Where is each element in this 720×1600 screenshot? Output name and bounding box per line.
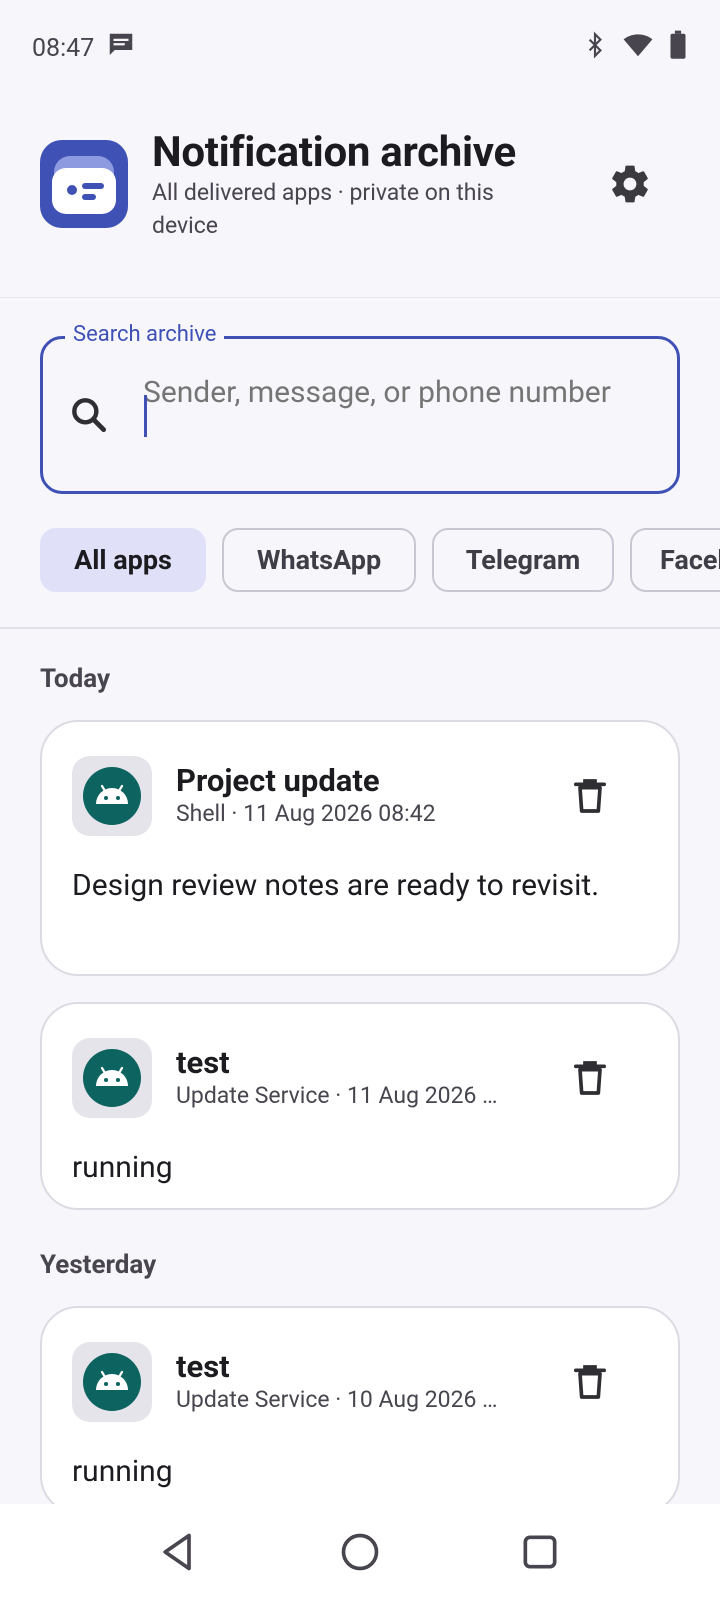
gear-icon (612, 165, 648, 203)
notification-title: test (176, 1348, 230, 1385)
chip-label: All apps (74, 544, 172, 576)
search-input[interactable] (143, 369, 643, 463)
delete-button[interactable] (566, 1054, 614, 1102)
trash-icon (574, 1365, 606, 1399)
android-icon (83, 767, 141, 825)
section-header-today: Today (40, 664, 111, 694)
android-icon (83, 1353, 141, 1411)
notification-card[interactable]: Project update Shell · 11 Aug 2026 08:42… (40, 720, 680, 976)
notification-meta: Update Service · 10 Aug 2026 … (176, 1386, 498, 1413)
chip-label: Telegram (465, 544, 581, 576)
chip-label: Facebook (660, 544, 720, 576)
recents-icon (523, 1535, 557, 1569)
notification-body: running (72, 1454, 173, 1489)
app-filter-chips: All apps WhatsApp Telegram Facebook (0, 528, 720, 592)
trash-icon (574, 1061, 606, 1095)
home-button[interactable] (334, 1526, 386, 1578)
chip-whatsapp[interactable]: WhatsApp (222, 528, 416, 592)
app-icon-tile (72, 1342, 152, 1422)
recents-button[interactable] (514, 1526, 566, 1578)
chip-telegram[interactable]: Telegram (432, 528, 614, 592)
text-cursor (144, 395, 147, 437)
status-bar: 08:47 (0, 0, 720, 96)
notification-body: Design review notes are ready to revisit… (72, 868, 600, 903)
search-label: Search archive (65, 322, 225, 347)
notification-card[interactable]: test Update Service · 10 Aug 2026 … runn… (40, 1306, 680, 1514)
delete-button[interactable] (566, 772, 614, 820)
bluetooth-icon (582, 30, 608, 67)
notification-body: running (72, 1150, 173, 1185)
settings-button[interactable] (604, 158, 656, 210)
battery-icon (668, 30, 688, 67)
trash-icon (574, 779, 606, 813)
chip-facebook[interactable]: Facebook (630, 528, 720, 592)
app-icon-tile (72, 1038, 152, 1118)
search-field[interactable]: Search archive (40, 322, 680, 494)
notification-card[interactable]: test Update Service · 11 Aug 2026 … runn… (40, 1002, 680, 1210)
back-icon (163, 1533, 191, 1571)
page-subtitle: All delivered apps · private on this dev… (152, 179, 494, 239)
app-header: Notification archive All delivered apps … (0, 96, 720, 298)
home-icon (341, 1533, 379, 1571)
filters-divider (0, 627, 720, 629)
app-icon-tile (72, 756, 152, 836)
status-right (582, 30, 688, 67)
delete-button[interactable] (566, 1358, 614, 1406)
notification-meta: Update Service · 11 Aug 2026 … (176, 1082, 498, 1109)
app-logo (40, 140, 128, 228)
wifi-icon (622, 30, 654, 67)
chip-all-apps[interactable]: All apps (40, 528, 206, 592)
section-header-yesterday: Yesterday (40, 1250, 157, 1280)
notification-title: test (176, 1044, 230, 1081)
app-screen: 08:47 Notification archive All delivered… (0, 0, 720, 1600)
system-nav-bar (0, 1504, 720, 1600)
status-left: 08:47 (32, 30, 136, 67)
search-icon (67, 393, 111, 441)
status-time: 08:47 (32, 33, 95, 63)
android-icon (83, 1049, 141, 1107)
page-title: Notification archive (152, 128, 516, 177)
chip-label: WhatsApp (256, 544, 382, 576)
message-icon (106, 30, 136, 67)
notification-title: Project update (176, 762, 380, 799)
back-button[interactable] (152, 1526, 204, 1578)
notification-meta: Shell · 11 Aug 2026 08:42 (176, 800, 436, 827)
